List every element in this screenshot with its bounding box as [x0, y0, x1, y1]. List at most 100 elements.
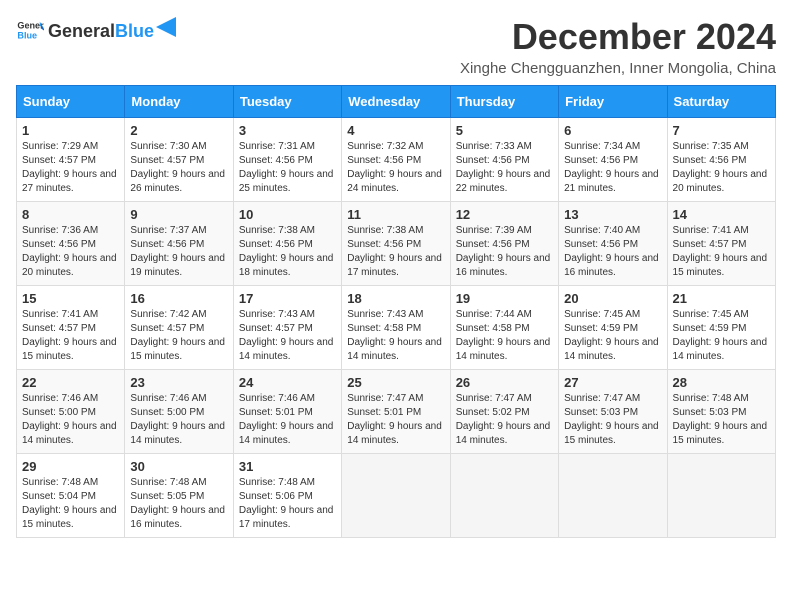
sunset-label: Sunset: 4:57 PM [239, 323, 313, 334]
sunrise-label: Sunrise: 7:48 AM [673, 393, 749, 404]
day-number: 3 [239, 123, 336, 138]
day-info: Sunrise: 7:46 AM Sunset: 5:00 PM Dayligh… [130, 392, 227, 448]
daylight-label: Daylight: 9 hours and 14 minutes. [239, 337, 334, 362]
daylight-label: Daylight: 9 hours and 14 minutes. [564, 337, 659, 362]
calendar-cell: 15 Sunrise: 7:41 AM Sunset: 4:57 PM Dayl… [17, 286, 125, 370]
weekday-header-saturday: Saturday [667, 86, 775, 118]
sunset-label: Sunset: 4:56 PM [22, 239, 96, 250]
day-info: Sunrise: 7:32 AM Sunset: 4:56 PM Dayligh… [347, 140, 444, 196]
sunrise-label: Sunrise: 7:34 AM [564, 141, 640, 152]
sunrise-label: Sunrise: 7:46 AM [130, 393, 206, 404]
calendar-week-row: 29 Sunrise: 7:48 AM Sunset: 5:04 PM Dayl… [17, 454, 776, 538]
calendar-cell: 4 Sunrise: 7:32 AM Sunset: 4:56 PM Dayli… [342, 118, 450, 202]
day-info: Sunrise: 7:44 AM Sunset: 4:58 PM Dayligh… [456, 308, 553, 364]
daylight-label: Daylight: 9 hours and 14 minutes. [22, 421, 117, 446]
sunset-label: Sunset: 4:57 PM [22, 155, 96, 166]
calendar-cell: 2 Sunrise: 7:30 AM Sunset: 4:57 PM Dayli… [125, 118, 233, 202]
sunset-label: Sunset: 4:58 PM [456, 323, 530, 334]
calendar-cell [559, 454, 667, 538]
sunrise-label: Sunrise: 7:40 AM [564, 225, 640, 236]
daylight-label: Daylight: 9 hours and 14 minutes. [130, 421, 225, 446]
day-info: Sunrise: 7:38 AM Sunset: 4:56 PM Dayligh… [347, 224, 444, 280]
logo: General Blue GeneralBlue [16, 16, 176, 44]
day-number: 10 [239, 207, 336, 222]
weekday-header-tuesday: Tuesday [233, 86, 341, 118]
sunrise-label: Sunrise: 7:41 AM [22, 309, 98, 320]
weekday-header-wednesday: Wednesday [342, 86, 450, 118]
sunset-label: Sunset: 5:06 PM [239, 491, 313, 502]
sunset-label: Sunset: 4:59 PM [564, 323, 638, 334]
sunset-label: Sunset: 4:56 PM [239, 239, 313, 250]
day-info: Sunrise: 7:41 AM Sunset: 4:57 PM Dayligh… [673, 224, 770, 280]
svg-text:Blue: Blue [17, 30, 37, 40]
day-info: Sunrise: 7:48 AM Sunset: 5:03 PM Dayligh… [673, 392, 770, 448]
daylight-label: Daylight: 9 hours and 14 minutes. [456, 337, 551, 362]
day-number: 27 [564, 375, 661, 390]
calendar-cell: 21 Sunrise: 7:45 AM Sunset: 4:59 PM Dayl… [667, 286, 775, 370]
calendar-week-row: 15 Sunrise: 7:41 AM Sunset: 4:57 PM Dayl… [17, 286, 776, 370]
calendar-cell: 25 Sunrise: 7:47 AM Sunset: 5:01 PM Dayl… [342, 370, 450, 454]
day-info: Sunrise: 7:43 AM Sunset: 4:58 PM Dayligh… [347, 308, 444, 364]
day-number: 19 [456, 291, 553, 306]
day-number: 8 [22, 207, 119, 222]
calendar-cell: 30 Sunrise: 7:48 AM Sunset: 5:05 PM Dayl… [125, 454, 233, 538]
daylight-label: Daylight: 9 hours and 22 minutes. [456, 169, 551, 194]
calendar-cell [342, 454, 450, 538]
sunset-label: Sunset: 4:56 PM [347, 155, 421, 166]
sunrise-label: Sunrise: 7:41 AM [673, 225, 749, 236]
sunrise-label: Sunrise: 7:29 AM [22, 141, 98, 152]
sunset-label: Sunset: 5:01 PM [239, 407, 313, 418]
sunset-label: Sunset: 4:59 PM [673, 323, 747, 334]
day-info: Sunrise: 7:48 AM Sunset: 5:04 PM Dayligh… [22, 476, 119, 532]
daylight-label: Daylight: 9 hours and 24 minutes. [347, 169, 442, 194]
sunrise-label: Sunrise: 7:48 AM [130, 477, 206, 488]
calendar-cell: 29 Sunrise: 7:48 AM Sunset: 5:04 PM Dayl… [17, 454, 125, 538]
sunset-label: Sunset: 5:00 PM [22, 407, 96, 418]
sunrise-label: Sunrise: 7:37 AM [130, 225, 206, 236]
daylight-label: Daylight: 9 hours and 14 minutes. [347, 421, 442, 446]
day-info: Sunrise: 7:46 AM Sunset: 5:00 PM Dayligh… [22, 392, 119, 448]
sunrise-label: Sunrise: 7:38 AM [239, 225, 315, 236]
sunrise-label: Sunrise: 7:45 AM [673, 309, 749, 320]
day-info: Sunrise: 7:41 AM Sunset: 4:57 PM Dayligh… [22, 308, 119, 364]
sunrise-label: Sunrise: 7:47 AM [564, 393, 640, 404]
calendar-cell: 19 Sunrise: 7:44 AM Sunset: 4:58 PM Dayl… [450, 286, 558, 370]
calendar-cell [450, 454, 558, 538]
day-info: Sunrise: 7:47 AM Sunset: 5:03 PM Dayligh… [564, 392, 661, 448]
daylight-label: Daylight: 9 hours and 16 minutes. [456, 253, 551, 278]
calendar-cell: 22 Sunrise: 7:46 AM Sunset: 5:00 PM Dayl… [17, 370, 125, 454]
month-title: December 2024 [460, 16, 776, 58]
calendar-cell: 26 Sunrise: 7:47 AM Sunset: 5:02 PM Dayl… [450, 370, 558, 454]
day-number: 28 [673, 375, 770, 390]
calendar-week-row: 22 Sunrise: 7:46 AM Sunset: 5:00 PM Dayl… [17, 370, 776, 454]
day-info: Sunrise: 7:35 AM Sunset: 4:56 PM Dayligh… [673, 140, 770, 196]
sunrise-label: Sunrise: 7:39 AM [456, 225, 532, 236]
calendar-cell: 7 Sunrise: 7:35 AM Sunset: 4:56 PM Dayli… [667, 118, 775, 202]
day-number: 25 [347, 375, 444, 390]
daylight-label: Daylight: 9 hours and 25 minutes. [239, 169, 334, 194]
day-number: 9 [130, 207, 227, 222]
day-number: 30 [130, 459, 227, 474]
daylight-label: Daylight: 9 hours and 17 minutes. [347, 253, 442, 278]
calendar-table: SundayMondayTuesdayWednesdayThursdayFrid… [16, 85, 776, 538]
daylight-label: Daylight: 9 hours and 15 minutes. [673, 253, 768, 278]
day-number: 24 [239, 375, 336, 390]
day-number: 26 [456, 375, 553, 390]
weekday-header-row: SundayMondayTuesdayWednesdayThursdayFrid… [17, 86, 776, 118]
sunset-label: Sunset: 4:57 PM [130, 323, 204, 334]
sunset-label: Sunset: 4:56 PM [564, 155, 638, 166]
title-section: December 2024 Xinghe Chengguanzhen, Inne… [460, 16, 776, 77]
calendar-cell: 14 Sunrise: 7:41 AM Sunset: 4:57 PM Dayl… [667, 202, 775, 286]
calendar-cell: 13 Sunrise: 7:40 AM Sunset: 4:56 PM Dayl… [559, 202, 667, 286]
sunrise-label: Sunrise: 7:47 AM [456, 393, 532, 404]
day-info: Sunrise: 7:48 AM Sunset: 5:06 PM Dayligh… [239, 476, 336, 532]
day-number: 16 [130, 291, 227, 306]
daylight-label: Daylight: 9 hours and 14 minutes. [456, 421, 551, 446]
day-info: Sunrise: 7:33 AM Sunset: 4:56 PM Dayligh… [456, 140, 553, 196]
sunset-label: Sunset: 4:58 PM [347, 323, 421, 334]
day-info: Sunrise: 7:43 AM Sunset: 4:57 PM Dayligh… [239, 308, 336, 364]
day-number: 13 [564, 207, 661, 222]
day-info: Sunrise: 7:47 AM Sunset: 5:01 PM Dayligh… [347, 392, 444, 448]
day-info: Sunrise: 7:39 AM Sunset: 4:56 PM Dayligh… [456, 224, 553, 280]
calendar-cell: 20 Sunrise: 7:45 AM Sunset: 4:59 PM Dayl… [559, 286, 667, 370]
